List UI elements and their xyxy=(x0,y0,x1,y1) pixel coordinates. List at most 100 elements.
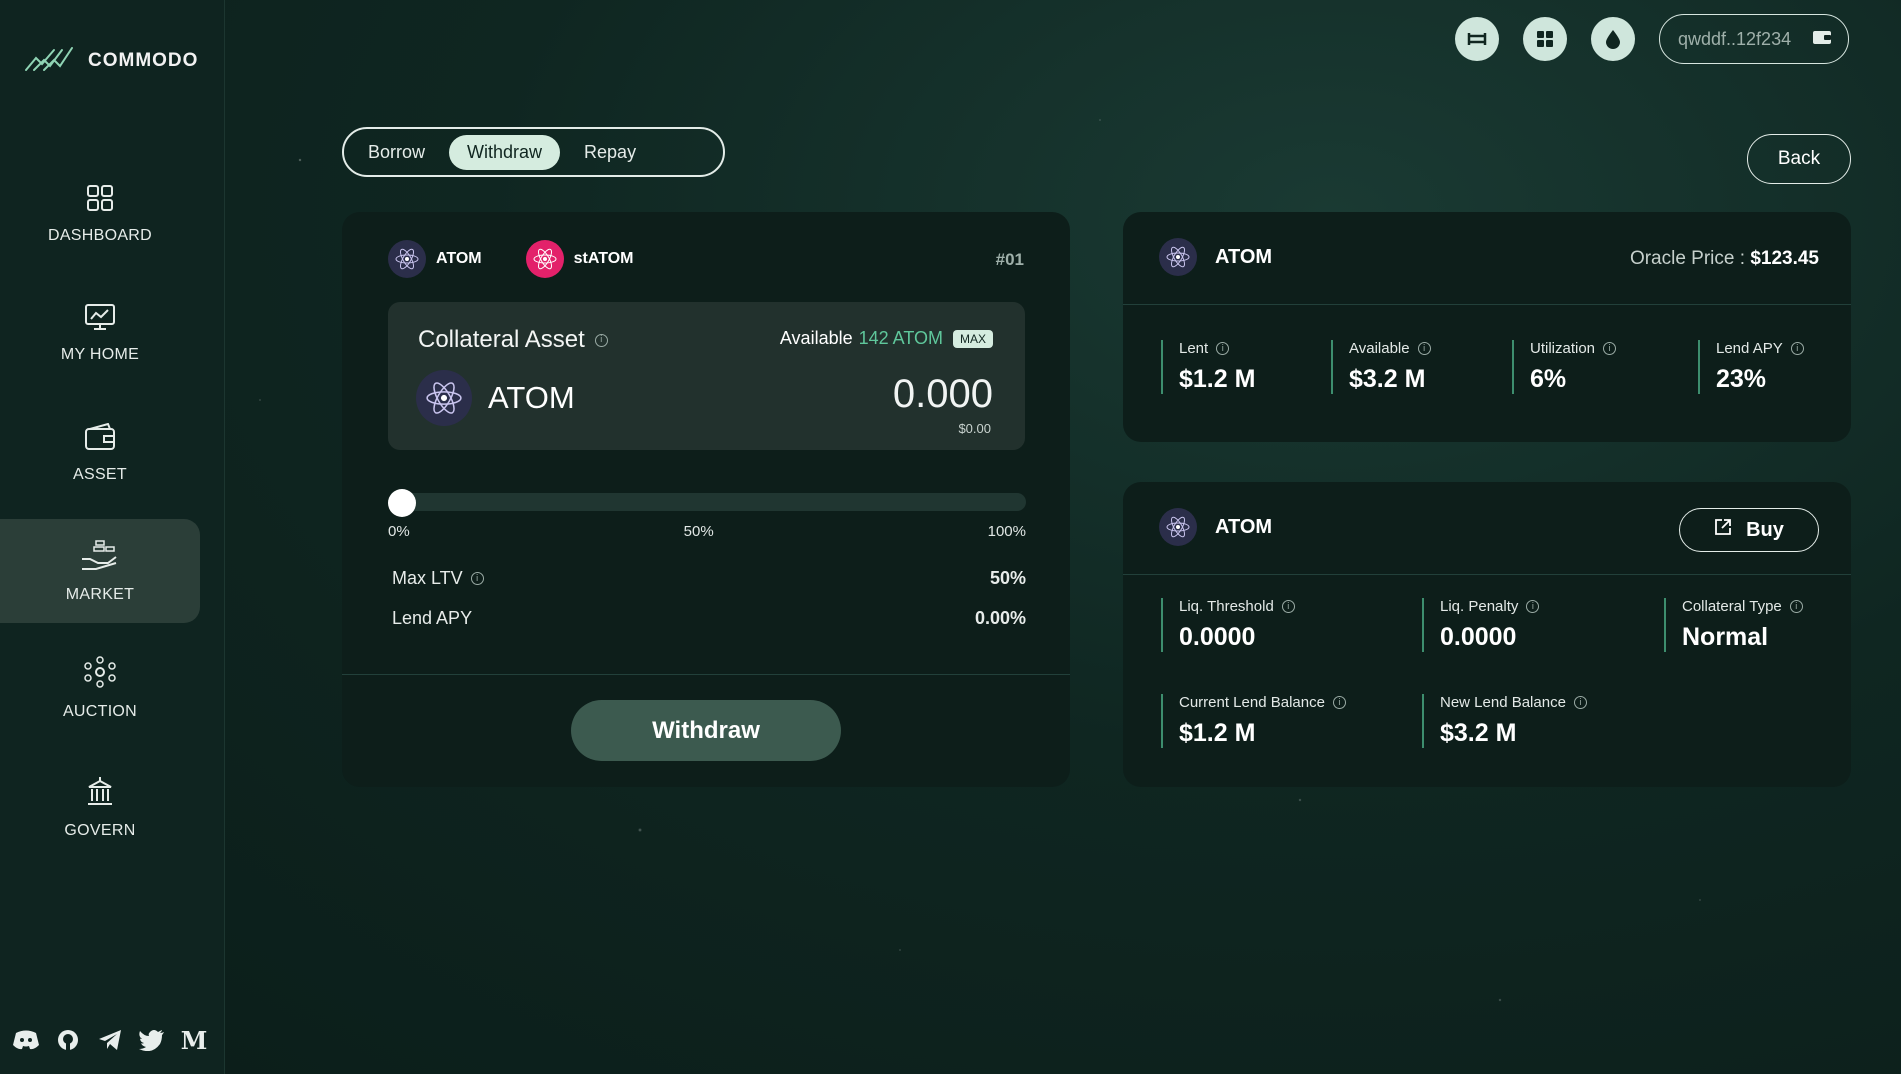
auction-icon xyxy=(83,655,117,693)
bank-icon xyxy=(85,775,115,812)
dashboard-icon xyxy=(86,184,114,217)
action-tabs: Borrow Withdraw Repay xyxy=(342,127,725,177)
asset-chip-label: ATOM xyxy=(436,250,482,267)
card-asset-name: ATOM xyxy=(1215,245,1273,268)
buy-button[interactable]: Buy xyxy=(1679,508,1819,552)
collateral-asset-name: ATOM xyxy=(488,380,575,415)
sidebar: COMMODO DASHBOARD MY HOME ASSET MARKET A… xyxy=(0,0,225,1074)
bridge-icon[interactable] xyxy=(1455,17,1499,61)
stat-value: 23% xyxy=(1716,365,1767,393)
nav-label: AUCTION xyxy=(62,702,138,720)
stat-label: Utilization xyxy=(1530,340,1596,357)
slider-label-50: 50% xyxy=(683,523,714,540)
withdraw-button[interactable]: Withdraw xyxy=(571,700,841,761)
info-icon[interactable]: i xyxy=(1790,342,1804,355)
social-links: M xyxy=(12,1026,208,1055)
available-label: Available xyxy=(779,328,853,348)
market-icon xyxy=(80,539,120,576)
stat-label: Current Lend Balance xyxy=(1179,694,1325,711)
atom-icon xyxy=(1159,238,1197,276)
tab-borrow[interactable]: Borrow xyxy=(350,135,443,170)
nav-market[interactable]: MARKET xyxy=(0,519,200,623)
logo-icon xyxy=(24,44,74,77)
apps-grid-icon[interactable] xyxy=(1523,17,1567,61)
amount-slider[interactable] xyxy=(388,493,1026,511)
info-icon[interactable]: i xyxy=(1281,600,1295,613)
external-link-icon xyxy=(1714,518,1732,542)
monitor-chart-icon xyxy=(84,303,116,336)
github-icon[interactable] xyxy=(54,1026,82,1054)
info-icon[interactable]: i xyxy=(1332,696,1346,709)
stat-value: $1.2 M xyxy=(1179,365,1256,393)
slider-label-0: 0% xyxy=(388,523,410,540)
telegram-icon[interactable] xyxy=(96,1026,124,1054)
stat-value: $1.2 M xyxy=(1179,719,1256,747)
stat-available: Available i $3.2 M xyxy=(1331,340,1431,394)
stat-value: Normal xyxy=(1682,623,1769,651)
nav-label: DASHBOARD xyxy=(47,226,153,244)
info-icon[interactable]: i xyxy=(1417,342,1431,355)
atom-icon xyxy=(1159,508,1197,546)
market-info-card: ATOM Oracle Price : $123.45 Lent i $1.2 M… xyxy=(1123,212,1851,442)
stat-current-lend-balance: Current Lend Balance i $1.2 M xyxy=(1161,694,1346,748)
nav-label: MARKET xyxy=(65,585,135,603)
oracle-price: Oracle Price : $123.45 xyxy=(1630,248,1819,270)
nav-label: ASSET xyxy=(73,465,127,483)
stat-label: New Lend Balance xyxy=(1440,694,1566,711)
withdraw-card: ATOM stATOM #01 Collateral Asset i Avail… xyxy=(342,212,1070,787)
nav-dashboard[interactable]: DASHBOARD xyxy=(0,162,200,266)
nav-auction[interactable]: AUCTION xyxy=(0,636,200,740)
drop-icon[interactable] xyxy=(1591,17,1635,61)
card-asset-name: ATOM xyxy=(1215,515,1273,538)
collateral-title-text: Collateral Asset xyxy=(418,326,585,353)
logo[interactable]: COMMODO xyxy=(24,44,198,77)
stat-value: $3.2 M xyxy=(1349,365,1426,393)
info-icon[interactable]: i xyxy=(1526,600,1540,613)
slider-handle[interactable] xyxy=(388,489,416,517)
info-icon[interactable]: i xyxy=(594,333,608,347)
wallet-icon xyxy=(84,422,116,456)
max-ltv-row: Max LTV i 50% xyxy=(392,568,1026,589)
wallet-icon xyxy=(1812,29,1832,50)
stat-label: Liq. Threshold xyxy=(1179,598,1274,615)
stat-collateral-type: Collateral Type i Normal xyxy=(1664,598,1803,652)
asset-chip-atom: ATOM xyxy=(388,240,482,278)
stat-label: Collateral Type xyxy=(1682,598,1782,615)
stat-lent: Lent i $1.2 M xyxy=(1161,340,1255,394)
asset-chip-statom: stATOM xyxy=(525,240,633,278)
wallet-address: qwddf..12f234 xyxy=(1678,28,1792,49)
wallet-button[interactable]: qwddf..12f234 xyxy=(1659,14,1849,64)
info-icon[interactable]: i xyxy=(1216,342,1230,355)
collateral-title: Collateral Asset i xyxy=(418,326,608,354)
info-icon[interactable]: i xyxy=(1573,696,1587,709)
max-button[interactable]: MAX xyxy=(952,329,993,348)
max-ltv-label: Max LTV xyxy=(392,568,463,588)
divider xyxy=(1123,304,1851,305)
stat-lend-apy: Lend APY i 23% xyxy=(1698,340,1804,394)
nav-label: GOVERN xyxy=(64,821,136,839)
nav-label: MY HOME xyxy=(60,345,140,363)
amount-usd: $0.00 xyxy=(958,421,991,436)
card-header: ATOM xyxy=(1159,508,1272,546)
info-icon[interactable]: i xyxy=(1603,342,1617,355)
statom-icon xyxy=(525,240,564,278)
nav-govern[interactable]: GOVERN xyxy=(0,755,200,859)
lend-apy-label: Lend APY xyxy=(392,608,473,628)
nav-asset[interactable]: ASSET xyxy=(0,401,200,505)
info-icon[interactable]: i xyxy=(1789,600,1803,613)
buy-label: Buy xyxy=(1746,518,1784,541)
stat-liq-penalty: Liq. Penalty i 0.0000 xyxy=(1422,598,1540,652)
back-button[interactable]: Back xyxy=(1747,134,1851,184)
tab-repay[interactable]: Repay xyxy=(566,135,654,170)
available-value: 142 ATOM xyxy=(858,328,943,348)
tab-withdraw[interactable]: Withdraw xyxy=(449,134,561,170)
stat-label: Lent xyxy=(1179,340,1209,357)
discord-icon[interactable] xyxy=(12,1026,40,1054)
stat-label: Lend APY xyxy=(1716,340,1783,357)
nav-my-home[interactable]: MY HOME xyxy=(0,281,200,385)
twitter-icon[interactable] xyxy=(138,1026,166,1054)
amount-input[interactable]: 0.000 xyxy=(893,372,993,417)
collateral-asset: ATOM xyxy=(416,370,575,426)
info-icon[interactable]: i xyxy=(470,572,484,585)
medium-icon[interactable]: M xyxy=(180,1026,208,1055)
